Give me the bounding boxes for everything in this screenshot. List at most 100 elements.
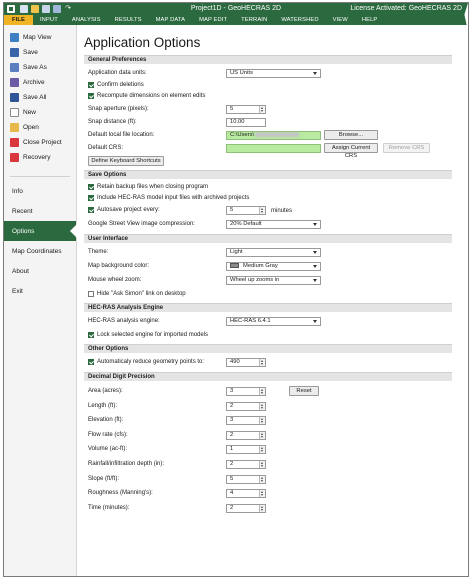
wheel-select[interactable]: Wheel up zooms in: [226, 276, 321, 285]
tab-terrain[interactable]: TERRAIN: [234, 15, 274, 25]
title-bar: ↷ Project1D - GeoHECRAS 2D License Activ…: [4, 3, 468, 15]
crs-row: Default CRS:: [88, 145, 124, 151]
archive-icon: [10, 78, 19, 87]
reset-precision-button[interactable]: Reset: [289, 386, 319, 396]
precision-label: Length (ft):: [88, 402, 118, 409]
sidebar-section-info[interactable]: Info: [4, 181, 76, 201]
tab-file[interactable]: FILE: [4, 15, 33, 25]
options-page: Application Options General Preferences …: [78, 25, 468, 576]
spin-arrows-icon[interactable]: [259, 207, 265, 214]
retain-backup-checkbox[interactable]: [88, 184, 94, 190]
recompute-checkbox[interactable]: [88, 93, 94, 99]
streetview-select[interactable]: 20% Default: [226, 220, 321, 229]
precision-stepper[interactable]: 2: [226, 430, 266, 440]
tab-map-edit[interactable]: MAP EDIT: [192, 15, 234, 25]
spin-arrows-icon[interactable]: [259, 388, 265, 395]
engine-select[interactable]: HEC-RAS 6.4.1: [226, 317, 321, 326]
backstage-sidebar: Map View Save Save As Archive Save All N…: [4, 25, 77, 576]
hide-simon-checkbox[interactable]: [88, 291, 94, 297]
tab-results[interactable]: RESULTS: [108, 15, 149, 25]
browse-button[interactable]: Browse...: [324, 130, 378, 140]
local-folder-input[interactable]: C:\Users\: [226, 131, 321, 140]
remove-crs-button[interactable]: Remove CRS: [383, 143, 430, 153]
spin-arrows-icon[interactable]: [259, 402, 265, 410]
precision-row: Roughness (Manning's):: [88, 488, 153, 498]
auto-reduce-stepper[interactable]: 490: [226, 358, 266, 367]
sidebar-item-open[interactable]: Open: [4, 120, 76, 135]
precision-stepper[interactable]: 2: [226, 460, 266, 469]
theme-select[interactable]: Light: [226, 248, 321, 257]
lock-engine-checkbox[interactable]: [88, 332, 94, 338]
retain-backup-row[interactable]: Retain backup files when closing program: [88, 182, 208, 192]
snap-distance-input[interactable]: 10.00: [226, 118, 266, 127]
chevron-down-icon: [313, 279, 317, 282]
sidebar-item-new[interactable]: New: [4, 105, 76, 120]
snap-aperture-stepper[interactable]: 5: [226, 105, 266, 114]
sidebar-section-recent[interactable]: Recent: [4, 201, 76, 221]
streetview-row: Google Street View image compression:: [88, 221, 195, 227]
license-status: License Activated: GeoHECRAS 2D: [350, 5, 462, 12]
sidebar-section-exit[interactable]: Exit: [4, 281, 76, 301]
spin-arrows-icon[interactable]: [259, 417, 265, 425]
lock-engine-row[interactable]: Lock selected engine for imported models: [88, 330, 208, 340]
precision-stepper[interactable]: 3: [226, 387, 266, 396]
sidebar-item-save-as[interactable]: Save As: [4, 60, 76, 75]
spin-arrows-icon[interactable]: [259, 106, 265, 113]
hide-simon-row[interactable]: Hide "Ask Simon" link on desktop: [88, 289, 186, 299]
map-bg-select[interactable]: Medium Gray: [226, 262, 321, 271]
precision-label: Elevation (ft):: [88, 417, 124, 424]
precision-stepper[interactable]: 3: [226, 416, 266, 426]
auto-reduce-checkbox[interactable]: [88, 359, 94, 365]
tab-view[interactable]: VIEW: [326, 15, 355, 25]
sidebar-section-options[interactable]: Options: [4, 221, 77, 241]
tab-watershed[interactable]: WATERSHED: [274, 15, 325, 25]
precision-stepper[interactable]: 2: [226, 401, 266, 411]
spin-arrows-icon[interactable]: [259, 504, 265, 512]
autosave-stepper[interactable]: 5: [226, 206, 266, 215]
spin-arrows-icon[interactable]: [259, 446, 265, 454]
sidebar-section-about[interactable]: About: [4, 261, 76, 281]
units-select[interactable]: US Units: [226, 69, 321, 78]
sidebar-item-save-all[interactable]: Save All: [4, 90, 76, 105]
sidebar-item-recovery[interactable]: Recovery: [4, 150, 76, 165]
map-bg-row: Map background color:: [88, 263, 150, 269]
precision-label: Area (acres):: [88, 388, 123, 394]
assign-crs-button[interactable]: Assign Current CRS: [324, 143, 378, 159]
spin-arrows-icon[interactable]: [259, 490, 265, 498]
tab-help[interactable]: HELP: [355, 15, 385, 25]
sidebar-item-close-project[interactable]: Close Project: [4, 135, 76, 150]
confirm-deletions-row[interactable]: Confirm deletions: [88, 80, 144, 90]
chevron-down-icon: [313, 265, 317, 268]
sidebar-item-save[interactable]: Save: [4, 45, 76, 60]
folder-icon: [10, 123, 19, 132]
precision-row: Length (ft):: [88, 401, 117, 411]
recompute-row[interactable]: Recompute dimensions on element edits: [88, 91, 205, 101]
section-other-options: Other Options: [84, 344, 452, 353]
sidebar-item-archive[interactable]: Archive: [4, 75, 76, 90]
keyboard-shortcuts-button[interactable]: Define Keyboard Shortcuts: [88, 156, 164, 166]
spin-arrows-icon[interactable]: [259, 475, 265, 483]
confirm-deletions-checkbox[interactable]: [88, 82, 94, 88]
spin-arrows-icon[interactable]: [259, 461, 265, 468]
precision-stepper[interactable]: 5: [226, 474, 266, 484]
include-hecras-checkbox[interactable]: [88, 195, 94, 201]
precision-stepper[interactable]: 1: [226, 445, 266, 455]
spin-arrows-icon[interactable]: [259, 431, 265, 439]
autosave-row[interactable]: Autosave project every:: [88, 205, 160, 215]
autosave-checkbox[interactable]: [88, 207, 94, 213]
tab-map-data[interactable]: MAP DATA: [149, 15, 192, 25]
include-hecras-row[interactable]: Include HEC-RAS model input files with a…: [88, 193, 249, 203]
precision-stepper[interactable]: 4: [226, 489, 266, 499]
spin-arrows-icon[interactable]: [259, 359, 265, 366]
engine-row: HEC-RAS analysis engine:: [88, 318, 160, 324]
precision-label: Time (minutes):: [88, 504, 130, 511]
crs-input[interactable]: [226, 144, 321, 153]
recovery-icon: [10, 153, 19, 162]
sidebar-section-map-coordinates[interactable]: Map Coordinates: [4, 241, 76, 261]
precision-stepper[interactable]: 2: [226, 503, 266, 513]
tab-input[interactable]: INPUT: [33, 15, 65, 25]
auto-reduce-row[interactable]: Automaticaly reduce geometry points to:: [88, 357, 204, 367]
chevron-down-icon: [313, 320, 317, 323]
tab-analysis[interactable]: ANALYSIS: [65, 15, 108, 25]
sidebar-item-map-view[interactable]: Map View: [4, 30, 76, 45]
